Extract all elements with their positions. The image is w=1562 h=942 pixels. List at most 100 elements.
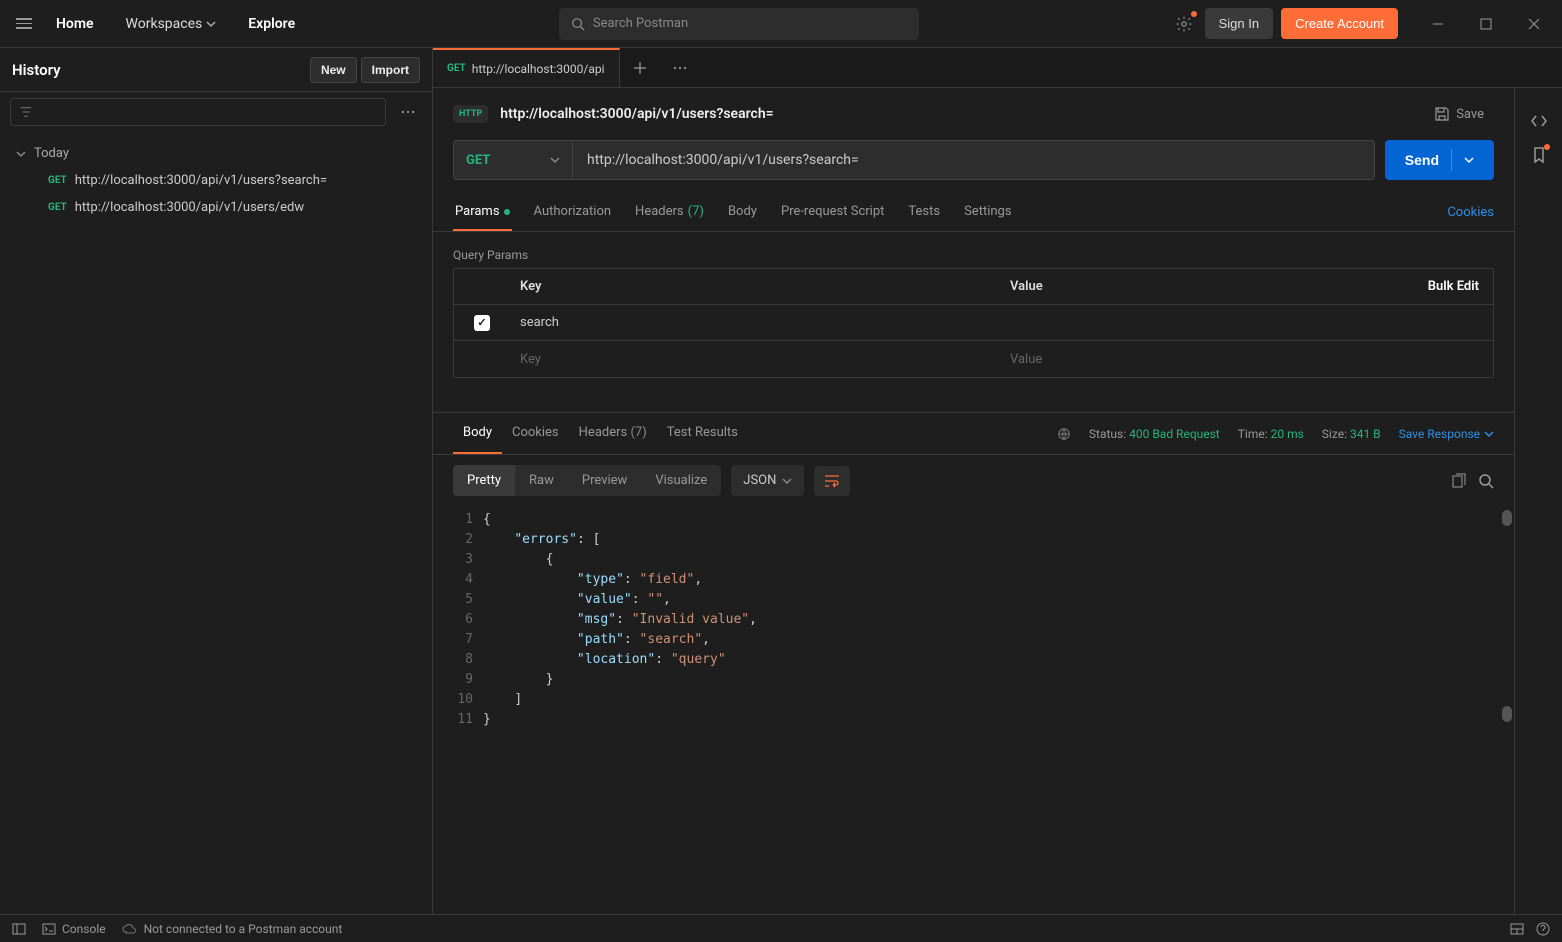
history-url: http://localhost:3000/api/v1/users?searc… xyxy=(75,173,327,188)
new-button[interactable]: New xyxy=(310,57,357,83)
content-area: GET http://localhost:3000/api HTTP http:… xyxy=(433,48,1562,914)
param-key-input[interactable]: search xyxy=(510,315,1000,330)
save-response-button[interactable]: Save Response xyxy=(1399,427,1494,441)
history-date-toggle[interactable]: Today xyxy=(0,140,432,167)
help-button[interactable] xyxy=(1536,922,1550,936)
resp-tab-headers[interactable]: Headers (7) xyxy=(569,413,657,454)
tab-prerequest[interactable]: Pre-request Script xyxy=(779,194,886,231)
signin-button[interactable]: Sign In xyxy=(1205,8,1273,39)
response-tabs: Body Cookies Headers (7) Test Results St… xyxy=(433,413,1514,455)
method-label: GET xyxy=(466,153,490,168)
nav-home[interactable]: Home xyxy=(44,8,106,40)
settings-button[interactable] xyxy=(1171,11,1197,37)
cookies-link[interactable]: Cookies xyxy=(1447,195,1494,230)
sidebar-more-button[interactable] xyxy=(394,98,422,126)
wrap-lines-button[interactable] xyxy=(814,466,850,496)
nav-workspaces[interactable]: Workspaces xyxy=(114,8,229,40)
history-url: http://localhost:3000/api/v1/users/edw xyxy=(75,200,304,215)
globe-icon[interactable] xyxy=(1057,427,1071,441)
hamburger-menu-icon[interactable] xyxy=(12,12,36,36)
resp-tab-cookies[interactable]: Cookies xyxy=(502,413,569,454)
nav-explore[interactable]: Explore xyxy=(236,8,307,40)
resp-tab-headers-count: (7) xyxy=(630,425,646,440)
params-value-header: Value xyxy=(1000,279,1414,294)
view-pretty-button[interactable]: Pretty xyxy=(453,465,515,496)
view-raw-button[interactable]: Raw xyxy=(515,465,568,496)
tab-authorization[interactable]: Authorization xyxy=(532,194,614,231)
history-filter-input[interactable] xyxy=(10,98,386,126)
history-item[interactable]: GET http://localhost:3000/api/v1/users?s… xyxy=(0,167,432,194)
sidebar-filter-row xyxy=(0,92,432,132)
param-checkbox[interactable]: ✓ xyxy=(474,315,490,331)
method-select[interactable]: GET xyxy=(453,140,573,180)
window-controls xyxy=(1422,8,1550,40)
console-icon xyxy=(42,923,56,935)
tab-label: http://localhost:3000/api xyxy=(472,62,605,76)
tabs-bar: GET http://localhost:3000/api xyxy=(433,48,1562,88)
history-date-label: Today xyxy=(34,146,69,161)
format-select[interactable]: JSON xyxy=(731,465,804,496)
view-preview-button[interactable]: Preview xyxy=(568,465,641,496)
tab-body[interactable]: Body xyxy=(726,194,759,231)
history-item[interactable]: GET http://localhost:3000/api/v1/users/e… xyxy=(0,194,432,221)
gear-icon xyxy=(1175,15,1193,33)
tab-method-badge: GET xyxy=(447,63,466,74)
console-button[interactable]: Console xyxy=(42,922,106,936)
resp-tab-body[interactable]: Body xyxy=(453,413,502,454)
maximize-icon xyxy=(1480,18,1492,30)
size-value: 341 B xyxy=(1350,427,1381,441)
bookmark-button[interactable] xyxy=(1530,146,1548,164)
code-scrollbar-thumb[interactable] xyxy=(1502,706,1512,722)
param-key-placeholder[interactable]: Key xyxy=(510,352,1000,367)
copy-button[interactable] xyxy=(1450,473,1466,489)
code-icon xyxy=(1530,112,1548,130)
save-icon xyxy=(1434,106,1450,122)
send-button[interactable]: Send xyxy=(1385,140,1494,180)
view-visualize-button[interactable]: Visualize xyxy=(641,465,721,496)
time-group: Time: 20 ms xyxy=(1238,427,1304,441)
params-key-header: Key xyxy=(510,279,1000,294)
code-snippet-button[interactable] xyxy=(1530,112,1548,130)
import-button[interactable]: Import xyxy=(361,57,420,83)
search-input[interactable]: Search Postman xyxy=(559,8,919,40)
format-label: JSON xyxy=(743,473,776,488)
bulk-edit-button[interactable]: Bulk Edit xyxy=(1414,279,1493,294)
save-button[interactable]: Save xyxy=(1424,100,1494,128)
search-response-button[interactable] xyxy=(1478,473,1494,489)
add-tab-button[interactable] xyxy=(620,48,660,87)
connection-status[interactable]: Not connected to a Postman account xyxy=(122,922,343,936)
chevron-down-icon xyxy=(16,149,26,159)
status-group: Status: 400 Bad Request xyxy=(1089,427,1220,441)
tab-settings[interactable]: Settings xyxy=(962,194,1013,231)
tab-tests[interactable]: Tests xyxy=(906,194,942,231)
sidebar-toggle-button[interactable] xyxy=(12,923,26,935)
layout-toggle-button[interactable] xyxy=(1510,922,1524,936)
request-tab[interactable]: GET http://localhost:3000/api xyxy=(433,48,620,87)
tab-headers[interactable]: Headers (7) xyxy=(633,194,706,231)
help-icon xyxy=(1536,922,1550,936)
response-body-code[interactable]: 1234567891011 { "errors": [ { "type": "f… xyxy=(433,506,1514,914)
params-header-row: Key Value Bulk Edit xyxy=(454,269,1493,305)
maximize-button[interactable] xyxy=(1470,8,1502,40)
sidebar-title: History xyxy=(12,61,61,79)
request-title: http://localhost:3000/api/v1/users?searc… xyxy=(500,106,773,122)
top-right: Sign In Create Account xyxy=(1171,8,1550,40)
tabs-more-button[interactable] xyxy=(660,48,700,87)
layout-icon xyxy=(1510,923,1524,935)
close-button[interactable] xyxy=(1518,8,1550,40)
url-input[interactable]: http://localhost:3000/api/v1/users?searc… xyxy=(573,140,1375,180)
params-row: ✓ search xyxy=(454,305,1493,341)
minimize-button[interactable] xyxy=(1422,8,1454,40)
status-label: Status: xyxy=(1089,427,1126,441)
tab-params[interactable]: Params xyxy=(453,194,512,231)
param-value-placeholder[interactable]: Value xyxy=(1000,352,1465,367)
resp-tab-testresults[interactable]: Test Results xyxy=(657,413,748,454)
status-code: 400 xyxy=(1129,427,1149,441)
search-icon xyxy=(1478,473,1494,489)
create-account-button[interactable]: Create Account xyxy=(1281,8,1398,39)
code-scrollbar-thumb[interactable] xyxy=(1502,510,1512,526)
more-horizontal-icon xyxy=(401,110,415,114)
params-empty-row: Key Value xyxy=(454,341,1493,377)
size-group: Size: 341 B xyxy=(1322,427,1381,441)
top-center: Search Postman xyxy=(307,8,1171,40)
